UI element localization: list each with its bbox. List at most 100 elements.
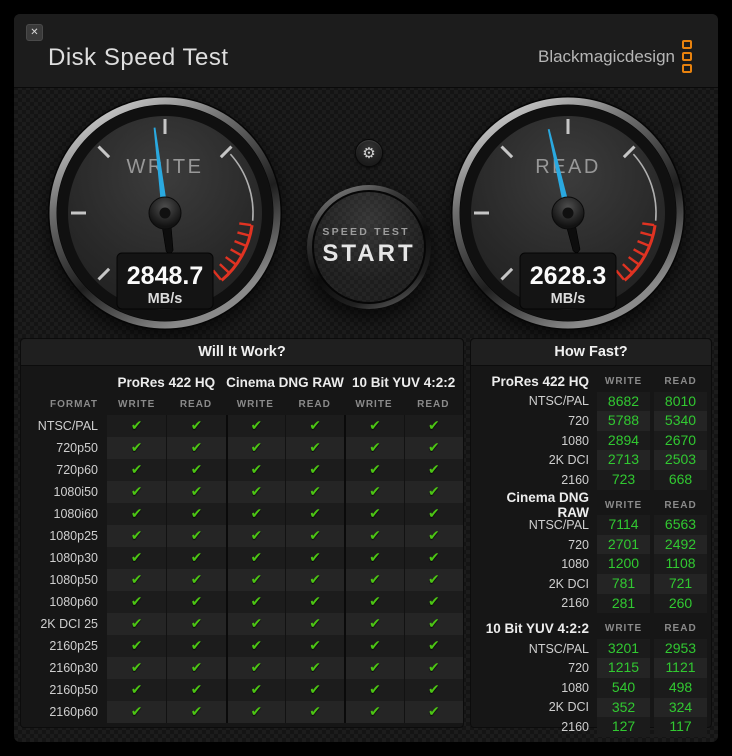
check-cell: ✔ (403, 701, 463, 723)
read-gauge: READ 2628.3 MB/s (448, 93, 688, 333)
write-value: 1215 (597, 658, 650, 678)
app-title: Disk Speed Test (48, 44, 229, 71)
write-value: 281 (597, 593, 650, 614)
check-cell: ✔ (284, 635, 345, 657)
write-value: 1200 (597, 554, 650, 574)
format-row-label: 2160p30 (49, 661, 98, 675)
check-cell: ✔ (225, 591, 285, 613)
check-cell: ✔ (403, 415, 463, 437)
check-cell: ✔ (403, 613, 463, 635)
format-row-label: 2160p50 (49, 683, 98, 697)
col-header: WRITE (118, 398, 156, 410)
format-column-header: FORMAT (49, 398, 98, 410)
check-cell: ✔ (284, 525, 345, 547)
check-cell: ✔ (225, 415, 285, 437)
check-cell: ✔ (107, 701, 167, 723)
format-row-label: 1080p30 (49, 551, 98, 565)
check-cell: ✔ (403, 657, 463, 679)
write-value: 2894 (597, 430, 650, 451)
will-it-work-grid: ProRes 422 HQ Cinema DNG RAW 10 Bit YUV 4:… (21, 366, 463, 723)
close-button[interactable]: ✕ (26, 24, 43, 41)
check-cell: ✔ (166, 415, 226, 437)
col-header: READ (298, 398, 331, 410)
check-cell: ✔ (225, 657, 285, 679)
gauge-label: READ (535, 156, 601, 178)
read-value: 260 (654, 593, 707, 614)
check-cell: ✔ (107, 481, 167, 503)
check-cell: ✔ (344, 525, 404, 547)
check-cell: ✔ (284, 701, 345, 723)
read-value: 2670 (654, 430, 707, 451)
logo-text: Blackmagicdesign (537, 46, 675, 66)
write-value: 2701 (597, 534, 650, 555)
row-label: 2160 (561, 596, 589, 611)
check-cell: ✔ (344, 503, 404, 525)
check-cell: ✔ (166, 547, 226, 569)
check-cell: ✔ (344, 569, 404, 591)
check-cell: ✔ (284, 569, 345, 591)
check-cell: ✔ (344, 613, 404, 635)
col-header: WRITE (604, 376, 643, 388)
will-it-work-panel: Will It Work? ProRes 422 HQ Cinema DNG RA… (20, 338, 464, 728)
check-cell: ✔ (107, 635, 167, 657)
check-cell: ✔ (225, 525, 285, 547)
title-bar: ✕ Disk Speed Test Blackmagicdesign (14, 14, 718, 88)
check-cell: ✔ (344, 591, 404, 613)
col-header: READ (664, 623, 697, 635)
write-value: 5788 (597, 411, 650, 431)
app-window: ✕ Disk Speed Test Blackmagicdesign WRITE… (14, 14, 718, 742)
format-row-label: 1080p50 (49, 573, 98, 587)
check-cell: ✔ (166, 437, 226, 459)
write-value: 781 (597, 573, 650, 594)
check-cell: ✔ (166, 657, 226, 679)
check-cell: ✔ (403, 481, 463, 503)
check-cell: ✔ (225, 481, 285, 503)
read-value: 1121 (654, 658, 707, 678)
check-cell: ✔ (403, 459, 463, 481)
check-cell: ✔ (225, 701, 285, 723)
read-value: 2503 (654, 450, 707, 470)
format-row-label: 2K DCI 25 (40, 617, 98, 631)
check-cell: ✔ (107, 503, 167, 525)
check-cell: ✔ (225, 437, 285, 459)
check-cell: ✔ (166, 481, 226, 503)
gauge-unit: MB/s (551, 291, 586, 307)
row-label: 2K DCI (548, 453, 589, 468)
check-cell: ✔ (403, 503, 463, 525)
check-cell: ✔ (344, 547, 404, 569)
write-value: 540 (597, 677, 650, 698)
how-fast-group: Cinema DNG RAW WRITE READ NTSC/PAL 7114 6563 7… (475, 490, 711, 614)
check-cell: ✔ (344, 657, 404, 679)
check-cell: ✔ (107, 679, 167, 701)
check-cell: ✔ (284, 657, 345, 679)
check-cell: ✔ (107, 569, 167, 591)
check-cell: ✔ (284, 481, 345, 503)
write-value: 3201 (597, 638, 650, 659)
check-cell: ✔ (166, 459, 226, 481)
read-value: 1108 (654, 554, 707, 574)
read-value: 117 (654, 717, 707, 737)
row-label: NTSC/PAL (528, 641, 589, 656)
col-header: WRITE (355, 398, 393, 410)
row-label: 2K DCI (548, 700, 589, 715)
check-cell: ✔ (284, 547, 345, 569)
check-cell: ✔ (403, 591, 463, 613)
check-cell: ✔ (166, 569, 226, 591)
col-header: READ (179, 398, 213, 410)
check-cell: ✔ (344, 635, 404, 657)
gauge-value: 2848.7 (127, 262, 203, 290)
row-label: 2160 (561, 719, 589, 734)
format-row-label: 720p50 (56, 441, 98, 455)
col-header: READ (664, 499, 697, 511)
check-cell: ✔ (225, 635, 285, 657)
read-value: 6563 (654, 515, 707, 535)
write-value: 723 (597, 469, 650, 490)
settings-gear-icon[interactable]: ⚙ (355, 139, 383, 167)
check-cell: ✔ (225, 569, 285, 591)
format-row-label: 2160p25 (49, 639, 98, 653)
check-cell: ✔ (284, 415, 345, 437)
row-label: NTSC/PAL (528, 517, 589, 532)
start-button[interactable]: SPEED TEST START (307, 185, 431, 309)
check-cell: ✔ (284, 591, 345, 613)
read-value: 498 (654, 677, 707, 698)
